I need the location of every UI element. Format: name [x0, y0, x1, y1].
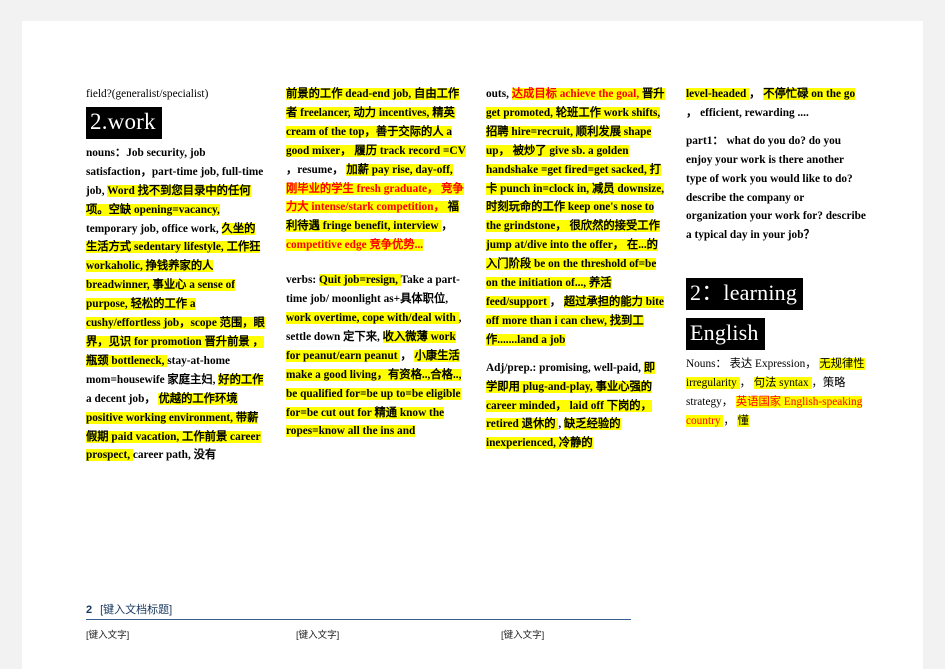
verbs-continued-block: outs, 达成目标 achieve the goal, 晋升 get prom… [486, 85, 666, 350]
text-run: 减员 downsize, [591, 182, 665, 195]
text-run: Nouns： [686, 358, 730, 371]
text-run: 冷静的 [558, 437, 593, 450]
column2-spacer [286, 255, 466, 271]
four-column-layout: field?(generalist/specialist) 2.work nou… [86, 85, 876, 465]
text-run: what do you do? [726, 134, 809, 147]
text-run: 刚毕业的学生 fresh graduate， [286, 182, 442, 195]
text-run: 达成目标 achieve the goal, [511, 88, 642, 100]
text-run: a decent job， [86, 392, 159, 405]
learning-nouns-block: Nouns： 表达 Expression， 无规律性 irregularity … [686, 355, 866, 431]
heading-2-learning-english: 2：learning English [686, 275, 866, 355]
text-run: career path, 没有 [132, 449, 217, 462]
text-run: level-headed [686, 88, 750, 100]
text-run: laid off 下岗的， [569, 399, 652, 412]
text-run: 招聘 hire=recruit, [486, 125, 576, 138]
footer-divider [86, 619, 631, 620]
nouns-block: nouns：Job security, job satisfaction，par… [86, 144, 266, 465]
text-run: ， [441, 220, 453, 233]
text-run: 表达 Expression， [729, 358, 820, 371]
column4-spacer-1 [686, 123, 866, 132]
footer-field-1[interactable]: [键入文字] [86, 627, 296, 641]
text-column-3: outs, 达成目标 achieve the goal, 晋升 get prom… [486, 85, 666, 453]
text-run: 加薪 pay rise, day-off, [346, 163, 453, 176]
text-run: Word 找不到您目录中的任何项。空缺 opening=vacancy, [86, 184, 251, 216]
document-body: field?(generalist/specialist) 2.work nou… [86, 85, 876, 585]
text-run: 好的工作 [218, 373, 264, 386]
text-run: 句法 syntax [753, 377, 812, 390]
text-run: verbs: [286, 274, 319, 287]
heading-learning-line1: 2：learning [686, 278, 804, 311]
part1-questions-block: part1： what do you do? do you enjoy your… [686, 132, 866, 245]
text-run: ， [549, 295, 564, 308]
document-page: field?(generalist/specialist) 2.work nou… [22, 21, 923, 669]
text-run: temporary job, office work, [86, 222, 222, 235]
verbs-block: verbs: Quit job=resign, Take a part-time… [286, 271, 466, 441]
text-run: ， [749, 88, 764, 100]
adj-prep-block: Adj/prep.: promising, well-paid, 即学即用 pl… [486, 359, 666, 454]
column4-spacer-2 [686, 245, 866, 275]
text-run: part1： [686, 134, 727, 147]
text-run: work overtime, cope with/deal with [286, 311, 459, 324]
column3-spacer [486, 350, 666, 359]
text-run: 懂 [737, 414, 749, 427]
adj-continued-block: level-headed ， 不停忙碌 on the go ， efficien… [686, 85, 866, 123]
text-run: Adj/prep.: promising, well-paid, [486, 361, 644, 374]
column1-top-line: field?(generalist/specialist) [86, 88, 209, 100]
text-run: retired 退休的 [486, 418, 559, 431]
footer-field-2[interactable]: [键入文字] [296, 627, 501, 641]
text-run: 履历 track record =CV [354, 144, 466, 157]
text-run: outs, [486, 88, 512, 100]
text-column-4: level-headed ， 不停忙碌 on the go ， efficien… [686, 85, 866, 431]
text-run: competitive edge 竞争优势... [286, 239, 424, 252]
footer-title-row: 2 [键入文档标题] [86, 601, 876, 619]
nouns-continued-block: 前景的工作 dead-end job, 自由工作者 freelancer, 动力… [286, 85, 466, 255]
text-run: ， efficient, rewarding .... [686, 106, 809, 119]
footer-fields-row: [键入文字] [键入文字] [键入文字] [86, 627, 876, 641]
text-run: ，resume， [286, 163, 347, 176]
text-run: ， [723, 414, 738, 427]
heading-2-work: 2.work [86, 106, 162, 139]
text-run: describe the company or organization you… [686, 191, 826, 223]
footer-page-number: 2 [86, 604, 93, 616]
text-run: ， [400, 349, 415, 362]
heading-learning-line2: English [686, 318, 765, 351]
text-run: 不停忙碌 on the go [763, 88, 856, 100]
page-footer: 2 [键入文档标题] [键入文字] [键入文字] [键入文字] [86, 601, 876, 641]
text-run: Quit job=resign, [318, 274, 401, 287]
footer-doc-title-placeholder[interactable]: [键入文档标题] [100, 601, 172, 617]
text-column-2: 前景的工作 dead-end job, 自由工作者 freelancer, 动力… [286, 85, 466, 441]
footer-field-3[interactable]: [键入文字] [501, 627, 701, 641]
text-column-1: field?(generalist/specialist) 2.work nou… [86, 85, 266, 465]
text-run: ， [739, 377, 754, 390]
